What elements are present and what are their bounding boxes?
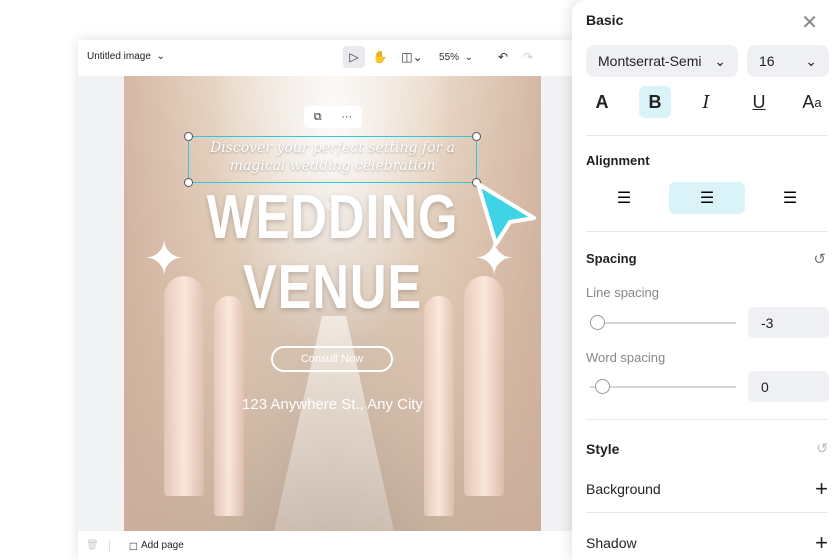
divider <box>586 135 828 136</box>
alignment-heading: Alignment <box>586 153 650 168</box>
shadow-label: Shadow <box>586 535 637 551</box>
element-mini-toolbar: ⧉ ··· <box>304 106 362 128</box>
style-heading: Style <box>586 440 620 457</box>
chevron-down-icon: ⌄ <box>714 52 726 69</box>
size-value: 16 <box>759 53 775 69</box>
toolbar: Untitled image ⌄ ▷ ✋ ◫⌄ 55% ⌄ ↶ ↷ <box>78 40 578 76</box>
zoom-select[interactable]: 55% ⌄ <box>434 46 478 68</box>
word-spacing-label: Word spacing <box>586 350 666 365</box>
line-spacing-label: Line spacing <box>586 285 659 300</box>
line-spacing-input[interactable]: -3 <box>748 307 829 338</box>
bottom-bar: 🗑 □ Add page <box>78 531 578 560</box>
slider-knob[interactable] <box>594 379 610 394</box>
align-right-button[interactable]: ☰ <box>752 182 828 214</box>
panel-title: Basic <box>586 12 624 28</box>
text-properties-panel: Basic ✕ Montserrat-Semi ⌄ 16 ⌄ A B I U Aa … <box>572 0 840 560</box>
selection-box[interactable] <box>184 132 481 187</box>
editor-window: Untitled image ⌄ ▷ ✋ ◫⌄ 55% ⌄ ↶ ↷ ⧉ ··· D… <box>78 40 578 560</box>
title-text: Untitled image <box>87 51 151 62</box>
font-family-select[interactable]: Montserrat-Semi ⌄ <box>586 45 738 77</box>
spacing-heading: Spacing <box>586 251 637 266</box>
divider <box>108 539 110 552</box>
font-size-select[interactable]: 16 ⌄ <box>747 45 829 77</box>
duplicate-icon[interactable]: ⧉ <box>314 111 322 124</box>
add-page-icon: □ <box>129 538 137 553</box>
font-value: Montserrat-Semi <box>598 53 702 69</box>
italic-button[interactable]: I <box>690 86 722 118</box>
align-left-button[interactable]: ☰ <box>586 182 662 214</box>
divider <box>586 512 828 513</box>
close-icon[interactable]: ✕ <box>801 10 818 35</box>
reset-style-icon[interactable]: ↺ <box>816 440 828 457</box>
design-canvas[interactable]: ⧉ ··· Discover your perfect setting for a… <box>124 76 541 531</box>
zoom-value: 55% <box>439 51 460 63</box>
reset-spacing-icon[interactable]: ↺ <box>813 250 826 268</box>
background-label: Background <box>586 481 661 497</box>
add-page-label: Add page <box>140 540 184 551</box>
hand-tool-button[interactable]: ✋ <box>370 46 390 68</box>
trash-icon[interactable]: 🗑 <box>86 540 99 551</box>
headline-venue[interactable]: VENUE <box>162 257 504 319</box>
redo-button[interactable]: ↷ <box>519 46 537 68</box>
background-row[interactable]: Background + <box>586 476 828 502</box>
word-spacing-slider[interactable] <box>590 379 736 394</box>
consult-now-button[interactable]: Consult Now <box>271 346 393 372</box>
cursor-pointer-icon <box>476 182 536 246</box>
add-icon[interactable]: + <box>815 530 828 556</box>
divider <box>586 231 828 232</box>
text-color-button[interactable]: A <box>586 86 618 118</box>
address-text[interactable]: 123 Anywhere St., Any City <box>124 396 541 413</box>
line-spacing-slider[interactable] <box>590 315 736 330</box>
undo-button[interactable]: ↶ <box>494 46 512 68</box>
select-tool-button[interactable]: ▷ <box>343 46 365 68</box>
bold-button[interactable]: B <box>639 86 671 118</box>
case-button[interactable]: Aa <box>796 86 828 118</box>
word-spacing-input[interactable]: 0 <box>748 371 829 402</box>
add-icon[interactable]: + <box>815 476 828 502</box>
add-page-button[interactable]: □ Add page <box>130 539 184 553</box>
headline-wedding[interactable]: WEDDING <box>162 187 504 249</box>
layout-button[interactable]: ◫⌄ <box>398 46 426 68</box>
style-row: Style ↺ <box>586 440 828 457</box>
shadow-row[interactable]: Shadow + <box>586 530 828 556</box>
underline-button[interactable]: U <box>743 86 775 118</box>
align-center-button[interactable]: ☰ <box>669 182 745 214</box>
sparkle-icon: ✦ <box>144 233 185 286</box>
slider-knob[interactable] <box>590 315 606 330</box>
chevron-down-icon: ⌄ <box>805 52 817 69</box>
divider <box>586 419 828 420</box>
more-icon[interactable]: ··· <box>341 111 352 123</box>
document-title[interactable]: Untitled image ⌄ <box>87 51 165 62</box>
